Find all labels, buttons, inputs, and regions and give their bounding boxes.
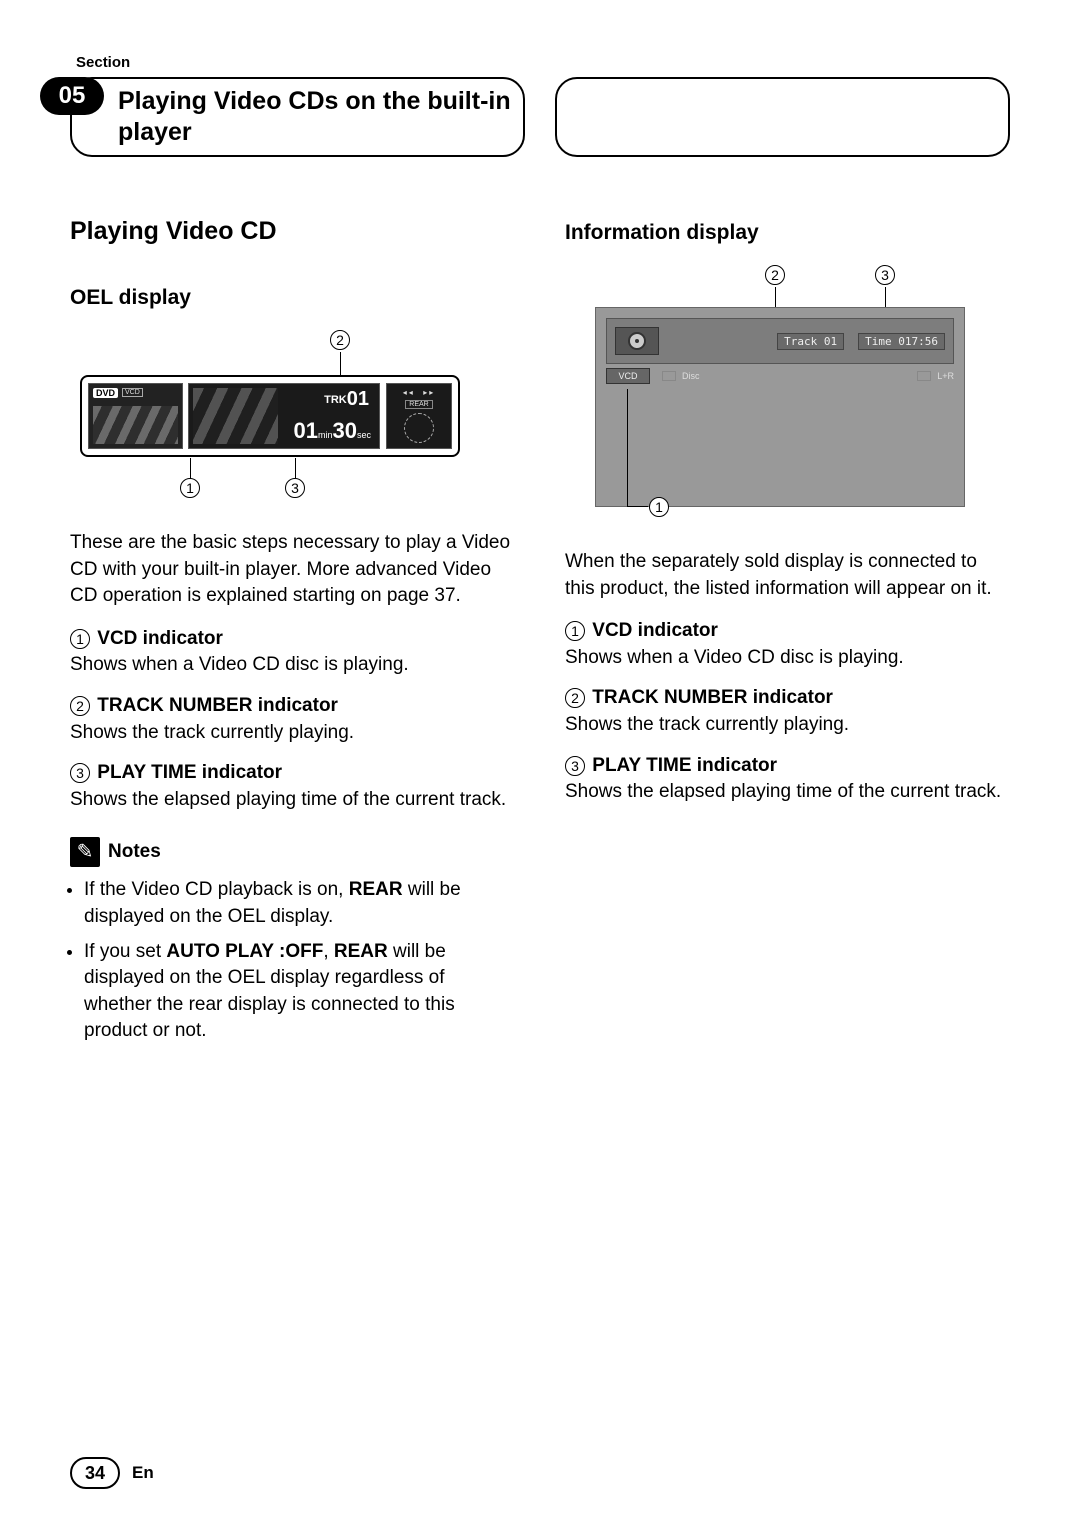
oel-display-figure: 2 DVD VCD TRK01 01min3 xyxy=(70,330,515,500)
page-number: 34 xyxy=(70,1457,120,1489)
lr-label: L+R xyxy=(937,371,954,381)
left-column: Playing Video CD OEL display 2 DVD VCD xyxy=(70,217,515,1053)
indicator-title: TRACK NUMBER indicator xyxy=(592,687,833,708)
callout-label-2: 2 xyxy=(330,330,350,350)
oel-device: DVD VCD TRK01 01min30sec xyxy=(80,375,460,457)
next-icon: ▸▸ xyxy=(423,388,435,397)
callout-label-3: 3 xyxy=(285,478,305,498)
info-screen: Track 01 Time 017:56 VCD Disc L+R xyxy=(595,307,965,507)
vcd-tag: VCD xyxy=(122,388,143,397)
indicator-num: 3 xyxy=(70,763,90,783)
intro-text-left: These are the basic steps necessary to p… xyxy=(70,530,515,610)
indicator-item: 3 PLAY TIME indicator Shows the elapsed … xyxy=(565,753,1010,806)
section-number-pill: 05 xyxy=(40,77,104,115)
notes-list: If the Video CD playback is on, REAR wil… xyxy=(70,877,515,1045)
time-field: Time 017:56 xyxy=(858,333,945,350)
indicator-title: VCD indicator xyxy=(97,628,223,649)
notes-icon xyxy=(70,837,100,867)
intro-text-right: When the separately sold display is conn… xyxy=(565,549,1010,602)
indicator-item: 1 VCD indicator Shows when a Video CD di… xyxy=(70,626,515,679)
trk-number: 01 xyxy=(347,388,369,410)
callout-label-3: 3 xyxy=(875,265,895,285)
info-display-figure: 2 3 Track 01 Time 017:56 VCD xyxy=(565,265,1010,525)
indicator-item: 3 PLAY TIME indicator Shows the elapsed … xyxy=(70,760,515,813)
indicator-num: 1 xyxy=(565,621,585,641)
page-title: Playing Video CD xyxy=(70,217,515,246)
indicator-item: 2 TRACK NUMBER indicator Shows the track… xyxy=(565,685,1010,738)
indicator-title: PLAY TIME indicator xyxy=(592,755,777,776)
indicator-num: 2 xyxy=(565,688,585,708)
right-column: Information display 2 3 Track 01 T xyxy=(565,217,1010,1053)
trk-label: TRK xyxy=(324,394,347,406)
indicator-num: 2 xyxy=(70,696,90,716)
indicator-item: 1 VCD indicator Shows when a Video CD di… xyxy=(565,618,1010,671)
header-row: 05 Playing Video CDs on the built-in pla… xyxy=(70,77,1010,157)
indicator-desc: Shows the elapsed playing time of the cu… xyxy=(70,789,506,810)
dvd-badge: DVD xyxy=(93,388,118,398)
indicator-title: TRACK NUMBER indicator xyxy=(97,695,338,716)
language-label: En xyxy=(132,1463,154,1483)
indicator-desc: Shows the track currently playing. xyxy=(565,714,849,735)
rear-badge: REAR xyxy=(405,400,432,409)
footer: 34 En xyxy=(70,1457,154,1489)
section-label: Section xyxy=(76,54,1010,71)
indicator-num: 3 xyxy=(565,756,585,776)
prev-icon: ◂◂ xyxy=(403,388,415,397)
note-item: If the Video CD playback is on, REAR wil… xyxy=(84,877,515,930)
indicator-num: 1 xyxy=(70,629,90,649)
knob-icon xyxy=(404,413,434,443)
subhead-oel: OEL display xyxy=(70,286,515,310)
header-box-left: 05 Playing Video CDs on the built-in pla… xyxy=(70,77,525,157)
header-title: Playing Video CDs on the built-in player xyxy=(72,86,523,149)
vcd-box: VCD xyxy=(606,368,650,384)
track-field: Track 01 xyxy=(777,333,844,350)
time-sec-unit: sec xyxy=(357,430,371,440)
disc-icon xyxy=(615,327,659,355)
note-item: If you set AUTO PLAY :OFF, REAR will be … xyxy=(84,939,515,1045)
time-sec: 30 xyxy=(333,418,357,443)
indicator-title: PLAY TIME indicator xyxy=(97,762,282,783)
indicator-desc: Shows the track currently playing. xyxy=(70,722,354,743)
header-box-right xyxy=(555,77,1010,157)
disc-sub-label: Disc xyxy=(682,371,700,381)
callout-label-1: 1 xyxy=(649,497,669,517)
indicator-item: 2 TRACK NUMBER indicator Shows the track… xyxy=(70,693,515,746)
time-min-unit: min xyxy=(318,430,333,440)
indicator-desc: Shows when a Video CD disc is playing. xyxy=(70,654,409,675)
subhead-info: Information display xyxy=(565,221,1010,245)
indicator-desc: Shows when a Video CD disc is playing. xyxy=(565,647,904,668)
notes-heading: Notes xyxy=(108,841,161,863)
indicator-desc: Shows the elapsed playing time of the cu… xyxy=(565,781,1001,802)
time-min: 01 xyxy=(294,418,318,443)
callout-label-2: 2 xyxy=(765,265,785,285)
callout-label-1: 1 xyxy=(180,478,200,498)
indicator-title: VCD indicator xyxy=(592,620,718,641)
